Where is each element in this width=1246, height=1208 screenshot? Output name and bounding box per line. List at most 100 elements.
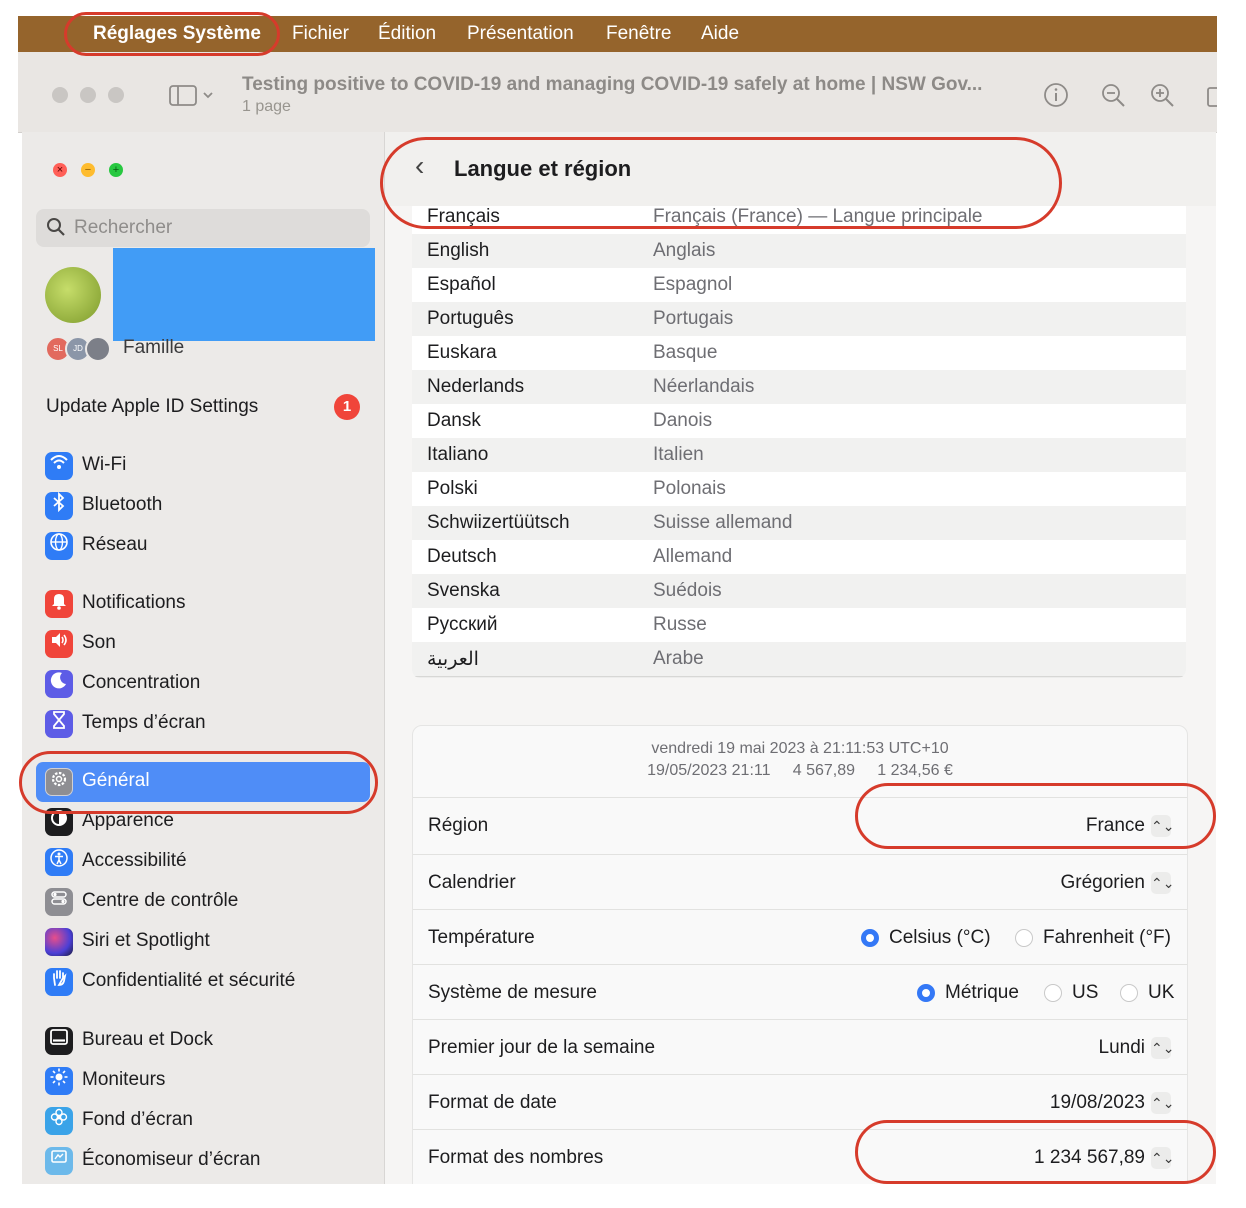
list-item[interactable]: العربية Arabe [412,642,1186,676]
first-day-popup-icon[interactable]: ⌃⌄ [1151,1037,1174,1059]
minimize-button[interactable]: − [81,163,95,177]
fahrenheit-radio[interactable] [1015,929,1033,947]
menu-edition[interactable]: Édition [378,16,436,52]
language-name: Español [427,274,496,295]
celsius-radio[interactable] [861,929,879,947]
sidebar: × − + Rechercher SL JD Famille Update Ap… [22,132,385,1184]
sidebar-item-economiseur-d-ecran[interactable]: Économiseur d’écran [45,1144,370,1176]
share-icon[interactable] [1200,82,1217,108]
globe-icon [45,532,73,560]
language-translation: Portugais [653,308,734,329]
list-item[interactable]: Español Espagnol [412,268,1186,302]
list-item[interactable]: Euskara Basque [412,336,1186,370]
fahrenheit-label[interactable]: Fahrenheit (°F) [1043,927,1171,949]
sidebar-item-centre-de-controle[interactable]: Centre de contrôle [45,885,370,917]
sidebar-item-notifications[interactable]: Notifications [45,587,370,619]
language-name: Dansk [427,410,481,431]
sidebar-item-confidentialite-et-securite[interactable]: Confidentialité et sécurité [45,965,370,997]
list-item[interactable]: Nederlands Néerlandais [412,370,1186,404]
list-item[interactable]: Italiano Italien [412,438,1186,472]
first-day-value[interactable]: Lundi [1099,1037,1146,1059]
language-name: English [427,240,490,261]
search-field[interactable]: Rechercher [36,209,370,247]
sidebar-item-label: Confidentialité et sécurité [82,970,296,991]
sidebar-item-bluetooth[interactable]: Bluetooth [45,489,370,521]
language-translation: Polonais [653,478,726,499]
date-format-popup-icon[interactable]: ⌃⌄ [1151,1092,1174,1114]
notification-badge: 1 [334,394,360,420]
zoom-button[interactable]: + [109,163,123,177]
language-translation: Basque [653,342,718,363]
sidebar-item-reseau[interactable]: Réseau [45,529,370,561]
update-apple-id-settings[interactable]: Update Apple ID Settings [46,396,258,418]
calendar-row[interactable]: Calendrier Grégorien ⌃⌄ [413,854,1187,910]
calendar-popup-icon[interactable]: ⌃⌄ [1151,872,1174,894]
list-item[interactable]: English Anglais [412,234,1186,268]
language-name: Nederlands [427,376,525,397]
zoom-button[interactable] [108,87,124,103]
wifi-icon [45,452,73,480]
measurement-label: Système de mesure [428,982,597,1003]
measurement-row: Système de mesure Métrique US UK [413,964,1187,1020]
list-item[interactable]: Schwiizertüütsch Suisse allemand [412,506,1186,540]
uk-label[interactable]: UK [1148,982,1174,1004]
list-item[interactable]: Polski Polonais [412,472,1186,506]
calendar-value[interactable]: Grégorien [1061,872,1146,894]
sidebar-toggle-icon[interactable] [164,82,220,108]
settings-window: × − + Rechercher SL JD Famille Update Ap… [22,132,1216,1184]
sidebar-item-son[interactable]: Son [45,627,370,659]
avatar[interactable] [45,267,101,323]
screensaver-icon [45,1147,73,1175]
sidebar-item-bureau-et-dock[interactable]: Bureau et Dock [45,1024,370,1056]
temperature-label: Température [428,927,535,948]
moon-icon [45,670,73,698]
search-icon [46,217,66,243]
zoom-out-icon[interactable] [1100,82,1126,108]
menu-presentation[interactable]: Présentation [467,16,574,52]
sidebar-item-wifi[interactable]: Wi-Fi [45,449,370,481]
zoom-in-icon[interactable] [1149,82,1175,108]
annotation-circle [19,751,378,814]
language-name: Italiano [427,444,489,465]
list-item[interactable]: Deutsch Allemand [412,540,1186,574]
sidebar-item-moniteurs[interactable]: Moniteurs [45,1064,370,1096]
menu-aide[interactable]: Aide [701,16,739,52]
celsius-label[interactable]: Celsius (°C) [889,927,991,949]
menu-fenetre[interactable]: Fenêtre [606,16,671,52]
bell-icon [45,590,73,618]
us-radio[interactable] [1044,984,1062,1002]
metric-label[interactable]: Métrique [945,982,1019,1004]
sidebar-item-label: Accessibilité [82,850,187,871]
sidebar-item-accessibilite[interactable]: Accessibilité [45,845,370,877]
language-list: Français Français (France) — Langue princ… [412,200,1186,678]
first-day-row[interactable]: Premier jour de la semaine Lundi ⌃⌄ [413,1019,1187,1075]
list-item[interactable]: Dansk Danois [412,404,1186,438]
list-item[interactable]: Русский Russe [412,608,1186,642]
family-label[interactable]: Famille [123,337,184,359]
uk-radio[interactable] [1120,984,1138,1002]
sidebar-item-label: Concentration [82,672,201,693]
hourglass-icon [45,710,73,738]
sidebar-item-label: Bluetooth [82,494,163,515]
sidebar-item-temps-d-ecran[interactable]: Temps d’écran [45,707,370,739]
sidebar-item-concentration[interactable]: Concentration [45,667,370,699]
close-button[interactable] [52,87,68,103]
close-button[interactable]: × [53,163,67,177]
language-name: Svenska [427,580,500,601]
search-placeholder: Rechercher [74,217,173,238]
sidebar-item-siri-et-spotlight[interactable]: Siri et Spotlight [45,925,370,957]
date-format-value[interactable]: 19/08/2023 [1050,1092,1145,1114]
sidebar-item-fond-d-ecran[interactable]: Fond d’écran [45,1104,370,1136]
document-page-count: 1 page [242,98,291,115]
menu-fichier[interactable]: Fichier [292,16,349,52]
us-label[interactable]: US [1072,982,1098,1004]
metric-radio[interactable] [917,984,935,1002]
language-translation: Suédois [653,580,722,601]
temperature-row: Température Celsius (°C) Fahrenheit (°F) [413,909,1187,965]
main-content: Français Français (France) — Langue princ… [385,132,1216,1184]
list-item[interactable]: Svenska Suédois [412,574,1186,608]
bluetooth-icon [45,491,73,520]
info-icon[interactable] [1043,82,1069,108]
minimize-button[interactable] [80,87,96,103]
list-item[interactable]: Português Portugais [412,302,1186,336]
